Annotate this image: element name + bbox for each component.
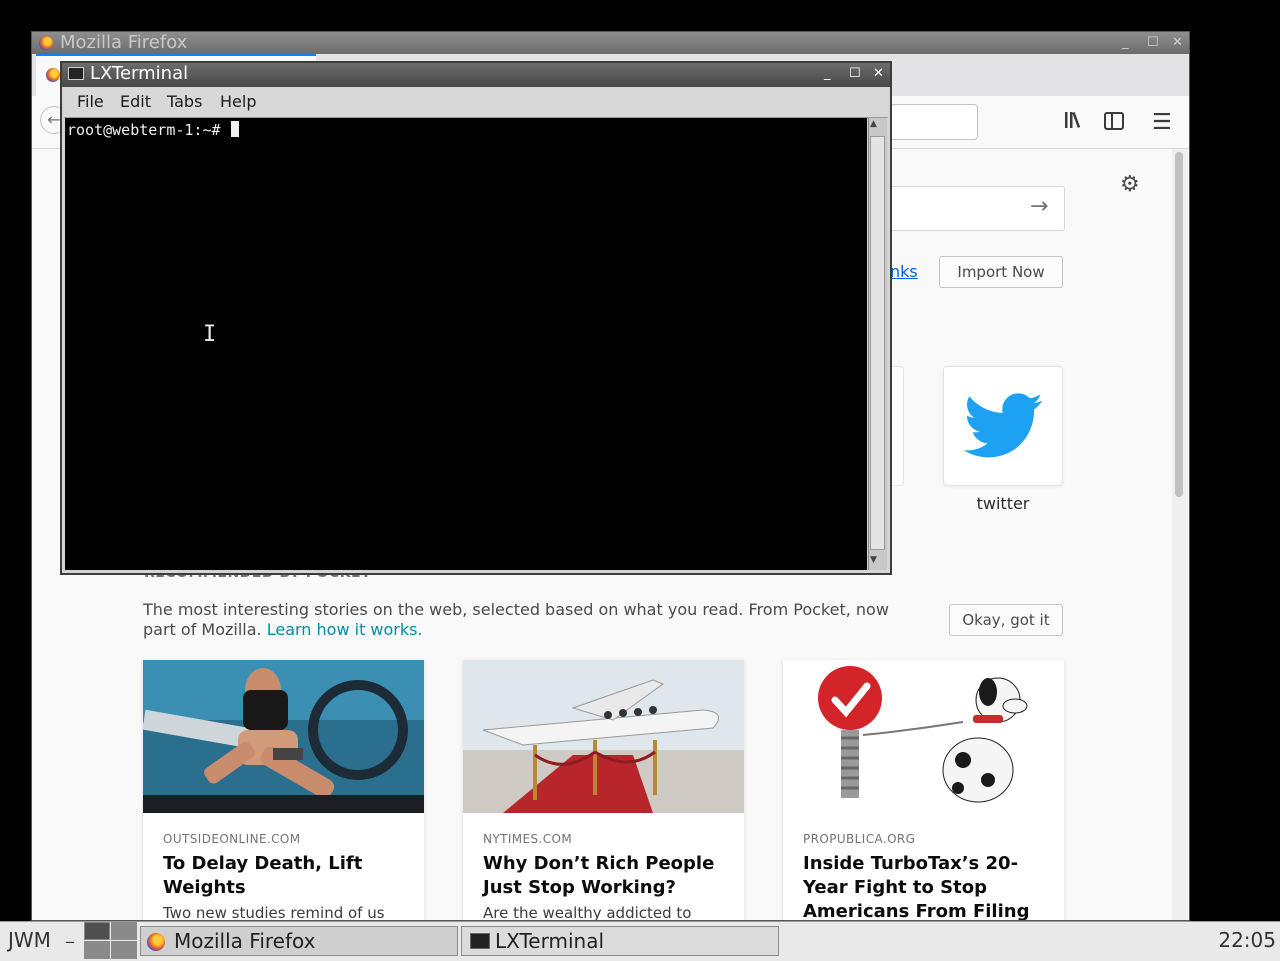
story-card[interactable]: OUTSIDEONLINE.COM To Delay Death, Lift W…	[143, 660, 424, 921]
url-bar[interactable]	[890, 104, 978, 140]
close-icon[interactable]: ✕	[873, 63, 884, 85]
story-image	[143, 660, 424, 813]
taskbar: JWM _ Mozilla Firefox LXTerminal 22:05	[0, 921, 1280, 961]
hamburger-menu-icon[interactable]: ☰	[1152, 110, 1172, 135]
pocket-description: The most interesting stories on the web,…	[143, 600, 903, 640]
pager-desktop-1[interactable]	[84, 922, 110, 940]
terminal-titlebar[interactable]: LXTerminal _ ☐ ✕	[62, 63, 890, 87]
terminal-app-icon	[68, 67, 84, 80]
taskbar-item-firefox[interactable]: Mozilla Firefox	[140, 926, 458, 956]
menu-edit[interactable]: Edit	[120, 87, 151, 117]
terminal-menubar: File Edit Tabs Help	[64, 87, 888, 118]
story-image	[463, 660, 744, 813]
story-title: Why Don’t Rich People Just Stop Working?	[483, 853, 715, 898]
bookmarks-link[interactable]: nks	[890, 262, 918, 281]
twitter-bird-icon	[964, 393, 1043, 458]
window-title: Mozilla Firefox	[60, 32, 188, 53]
pager-desktop-3[interactable]	[84, 941, 110, 959]
top-site-label: twitter	[976, 494, 1030, 513]
top-site-tile-twitter[interactable]	[943, 366, 1063, 486]
task-label: LXTerminal	[495, 929, 605, 953]
page-scrollbar-thumb[interactable]	[1175, 152, 1183, 497]
story-excerpt: Two new studies remind of us	[163, 904, 385, 921]
scroll-up-icon[interactable]: ▲	[870, 119, 877, 129]
show-desktop-icon[interactable]: _	[66, 924, 74, 943]
story-title: Inside TurboTax’s 20-Year Fight to Stop …	[803, 853, 1030, 921]
okay-got-it-button[interactable]: Okay, got it	[949, 604, 1063, 636]
story-source: OUTSIDEONLINE.COM	[163, 832, 301, 846]
terminal-prompt: root@webterm-1:~#	[67, 121, 239, 139]
menu-tabs[interactable]: Tabs	[167, 87, 202, 117]
tab-favicon-icon	[46, 68, 60, 82]
maximize-icon[interactable]: ☐	[849, 63, 861, 85]
settings-gear-icon[interactable]: ⚙	[1120, 172, 1140, 197]
top-site-tile-partial[interactable]	[890, 366, 904, 486]
terminal-window: LXTerminal _ ☐ ✕ File Edit Tabs Help roo…	[60, 61, 892, 575]
scroll-down-icon[interactable]: ▼	[870, 555, 877, 565]
firefox-logo-icon	[147, 933, 165, 951]
terminal-title: LXTerminal	[90, 63, 189, 84]
pager[interactable]	[84, 922, 138, 960]
menu-file[interactable]: File	[77, 87, 104, 117]
jwm-menu-button[interactable]: JWM	[8, 928, 51, 952]
minimize-icon[interactable]: _	[1122, 32, 1129, 54]
task-label: Mozilla Firefox	[174, 929, 316, 953]
maximize-icon[interactable]: ☐	[1147, 32, 1159, 54]
story-card[interactable]: NYTIMES.COM Why Don’t Rich People Just S…	[463, 660, 744, 921]
story-source: NYTIMES.COM	[483, 832, 573, 846]
pager-desktop-2[interactable]	[111, 922, 137, 940]
sidebar-icon[interactable]	[1104, 112, 1124, 135]
menu-help[interactable]: Help	[220, 87, 256, 117]
clock: 22:05	[1218, 928, 1276, 952]
ibeam-mouse-cursor-icon: I	[203, 322, 217, 347]
terminal-scrollbar[interactable]: ▲ ▼	[868, 118, 887, 570]
learn-how-it-works-link[interactable]: Learn how it works.	[267, 620, 423, 639]
minimize-icon[interactable]: _	[824, 63, 831, 85]
story-card[interactable]: PROPUBLICA.ORG Inside TurboTax’s 20-Year…	[783, 660, 1064, 921]
library-icon[interactable]	[1064, 110, 1086, 135]
firefox-titlebar[interactable]: Mozilla Firefox _ ☐ ✕	[32, 32, 1189, 54]
firefox-logo-icon	[39, 36, 53, 50]
prompt-text: root@webterm-1:~#	[67, 121, 230, 139]
text-cursor	[230, 121, 239, 137]
terminal-screen[interactable]	[65, 118, 867, 570]
terminal-app-icon	[470, 933, 490, 949]
taskbar-item-terminal[interactable]: LXTerminal	[461, 926, 779, 956]
story-excerpt: Are the wealthy addicted to	[483, 904, 692, 921]
close-icon[interactable]: ✕	[1172, 32, 1183, 54]
story-source: PROPUBLICA.ORG	[803, 832, 916, 846]
story-image	[783, 660, 1064, 813]
import-now-button[interactable]: Import Now	[939, 256, 1063, 288]
search-go-arrow-icon[interactable]: →	[1030, 194, 1048, 219]
story-title: To Delay Death, Lift Weights	[163, 853, 363, 898]
pocket-description-text: The most interesting stories on the web,…	[143, 600, 889, 639]
pager-desktop-4[interactable]	[111, 941, 137, 959]
terminal-scrollbar-thumb[interactable]	[870, 136, 885, 550]
